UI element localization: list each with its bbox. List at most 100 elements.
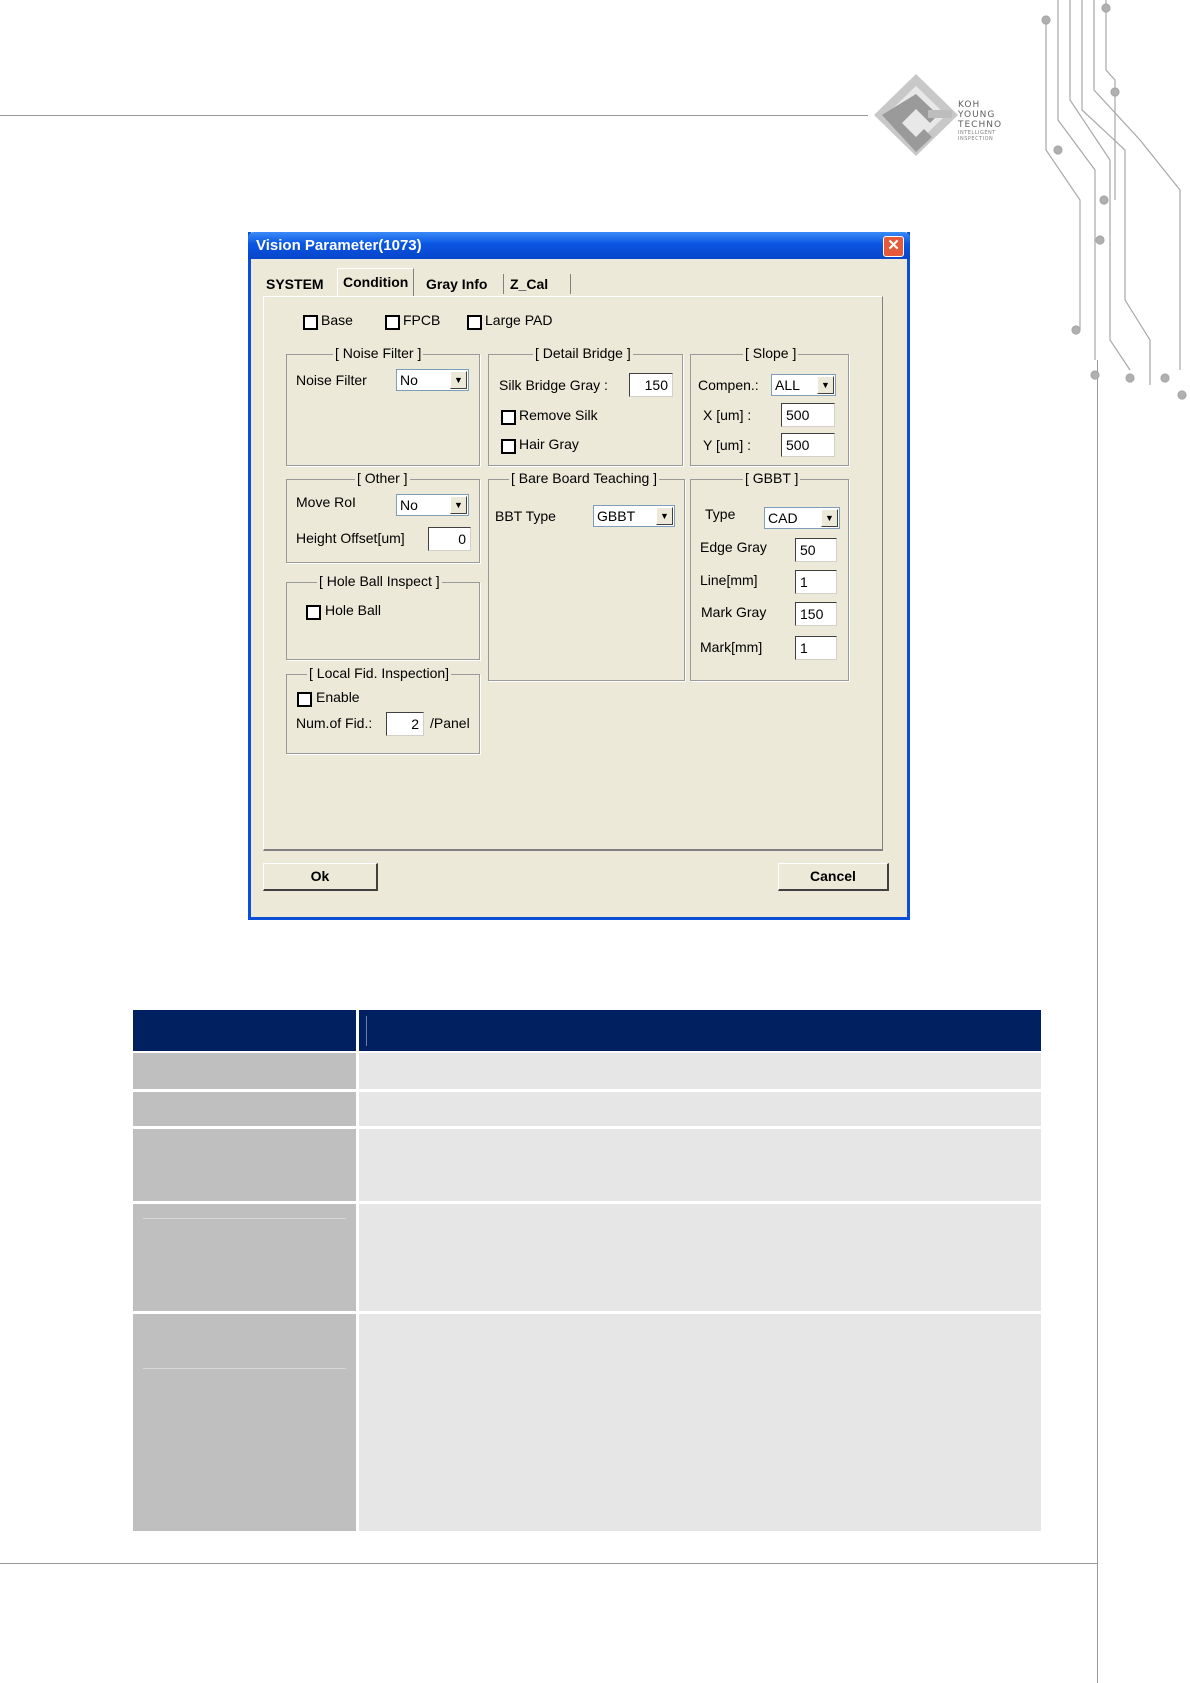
base-label: Base — [321, 312, 353, 328]
cancel-button[interactable]: Cancel — [778, 863, 889, 891]
top-rule — [0, 115, 876, 116]
num-of-fid-input[interactable]: 2 — [386, 712, 424, 736]
slope-x-label: X [um] : — [703, 407, 752, 423]
dialog-titlebar[interactable]: Vision Parameter(1073) ✕ — [248, 232, 910, 259]
gbbt-type-value: CAD — [768, 510, 798, 526]
move-roi-value: No — [400, 497, 418, 513]
bottom-rule — [0, 1563, 1098, 1564]
right-rule — [1097, 360, 1098, 1683]
silk-bridge-gray-input[interactable]: 150 — [629, 373, 673, 397]
slope-y-input[interactable]: 500 — [781, 433, 835, 457]
mark-mm-label: Mark[mm] — [700, 639, 763, 655]
condition-tab-panel: Base FPCB Large PAD [ Noise Filter ] Noi… — [263, 296, 883, 851]
compen-value: ALL — [775, 377, 800, 393]
mark-mm-input[interactable]: 1 — [795, 636, 837, 660]
dialog-title: Vision Parameter(1073) — [256, 237, 422, 254]
large-pad-checkbox[interactable] — [467, 315, 482, 330]
chevron-down-icon[interactable]: ▼ — [821, 509, 838, 527]
move-roi-label: Move RoI — [296, 494, 356, 510]
table-header-divider — [366, 1016, 367, 1046]
chevron-down-icon[interactable]: ▼ — [450, 496, 467, 514]
cell-divider — [143, 1218, 346, 1219]
table-label-cell — [133, 1053, 356, 1089]
other-group-title: [ Other ] — [355, 470, 410, 486]
remove-silk-checkbox[interactable] — [501, 410, 516, 425]
bbt-type-label: BBT Type — [495, 508, 556, 524]
table-value-cell — [359, 1129, 1041, 1201]
hole-ball-inspect-group-title: [ Hole Ball Inspect ] — [317, 573, 442, 589]
noise-filter-select[interactable]: No ▼ — [396, 369, 469, 391]
brand-name-line: YOUNG — [958, 110, 996, 120]
close-icon[interactable]: ✕ — [883, 236, 904, 257]
enable-checkbox[interactable] — [297, 692, 312, 707]
hole-ball-checkbox[interactable] — [306, 605, 321, 620]
tab-separator — [570, 274, 571, 294]
tab-separator — [503, 274, 504, 294]
hole-ball-inspect-group: [ Hole Ball Inspect ] Hole Ball — [286, 573, 480, 660]
table-header-row — [133, 1010, 1041, 1051]
table-label-cell — [133, 1314, 356, 1531]
local-fid-inspection-group-title: [ Local Fid. Inspection] — [307, 665, 452, 681]
brand-name-line: KOH — [958, 100, 981, 110]
line-mm-input[interactable]: 1 — [795, 570, 837, 594]
slope-x-input[interactable]: 500 — [781, 403, 835, 427]
mark-gray-label: Mark Gray — [701, 604, 767, 620]
slope-group: [ Slope ] Compen.: ALL ▼ X [um] : 500 Y … — [690, 345, 849, 466]
large-pad-label: Large PAD — [485, 312, 553, 328]
tab-gray-info[interactable]: Gray Info — [421, 272, 492, 296]
silk-bridge-gray-label: Silk Bridge Gray : — [499, 377, 608, 393]
table-row — [133, 1092, 1041, 1126]
tab-z-cal[interactable]: Z_Cal — [505, 272, 553, 296]
vision-parameter-dialog: Vision Parameter(1073) ✕ SYSTEM Conditio… — [248, 232, 910, 920]
table-row — [133, 1053, 1041, 1089]
gbbt-group: [ GBBT ] Type CAD ▼ Edge Gray 50 Line[mm… — [690, 470, 849, 681]
bbt-type-value: GBBT — [597, 508, 636, 524]
bare-board-teaching-group: [ Bare Board Teaching ] BBT Type GBBT ▼ — [488, 470, 685, 681]
panel-unit-label: /Panel — [430, 715, 470, 731]
bare-board-teaching-group-title: [ Bare Board Teaching ] — [509, 470, 660, 486]
circuit-decoration-icon — [1041, 0, 1187, 400]
height-offset-input[interactable]: 0 — [428, 527, 471, 551]
table-row — [133, 1314, 1041, 1531]
gbbt-type-select[interactable]: CAD ▼ — [764, 507, 840, 529]
compen-select[interactable]: ALL ▼ — [771, 374, 836, 396]
detail-bridge-group: [ Detail Bridge ] Silk Bridge Gray : 150… — [488, 345, 683, 466]
move-roi-select[interactable]: No ▼ — [396, 494, 469, 516]
table-row — [133, 1129, 1041, 1201]
edge-gray-label: Edge Gray — [700, 539, 767, 555]
table-label-cell — [133, 1129, 356, 1201]
fpcb-checkbox[interactable] — [385, 315, 400, 330]
slope-y-label: Y [um] : — [703, 437, 751, 453]
table-value-cell — [359, 1053, 1041, 1089]
gbbt-type-label: Type — [705, 506, 736, 522]
brand-text: KOH YOUNG TECHNO INTELLIGENT INSPECTION — [958, 100, 1002, 142]
mark-gray-input[interactable]: 150 — [795, 602, 837, 626]
detail-bridge-group-title: [ Detail Bridge ] — [533, 345, 633, 361]
hole-ball-label: Hole Ball — [325, 602, 382, 618]
slope-group-title: [ Slope ] — [743, 345, 799, 361]
base-checkbox[interactable] — [303, 315, 318, 330]
noise-filter-group: [ Noise Filter ] Noise Filter No ▼ — [286, 345, 480, 466]
ok-button[interactable]: Ok — [263, 863, 378, 891]
chevron-down-icon[interactable]: ▼ — [450, 371, 467, 389]
hair-gray-label: Hair Gray — [519, 436, 579, 452]
num-of-fid-label: Num.of Fid.: — [296, 715, 373, 731]
brand-name-line: TECHNO — [958, 120, 1003, 130]
hair-gray-checkbox[interactable] — [501, 439, 516, 454]
local-fid-inspection-group: [ Local Fid. Inspection] Enable Num.of F… — [286, 665, 480, 754]
chevron-down-icon[interactable]: ▼ — [656, 507, 673, 525]
table-label-cell — [133, 1204, 356, 1311]
tab-condition[interactable]: Condition — [337, 268, 415, 297]
edge-gray-input[interactable]: 50 — [795, 538, 837, 562]
chevron-down-icon[interactable]: ▼ — [817, 376, 834, 394]
brand-tagline-line: INSPECTION — [958, 136, 994, 142]
table-value-cell — [359, 1204, 1041, 1311]
other-group: [ Other ] Move RoI No ▼ Height Offset[um… — [286, 470, 480, 563]
bbt-type-select[interactable]: GBBT ▼ — [593, 505, 675, 527]
table-value-cell — [359, 1314, 1041, 1531]
fpcb-label: FPCB — [403, 312, 441, 328]
table-label-cell — [133, 1092, 356, 1126]
tab-system[interactable]: SYSTEM — [261, 272, 329, 296]
enable-label: Enable — [316, 689, 360, 705]
table-header-divider — [356, 1010, 359, 1051]
